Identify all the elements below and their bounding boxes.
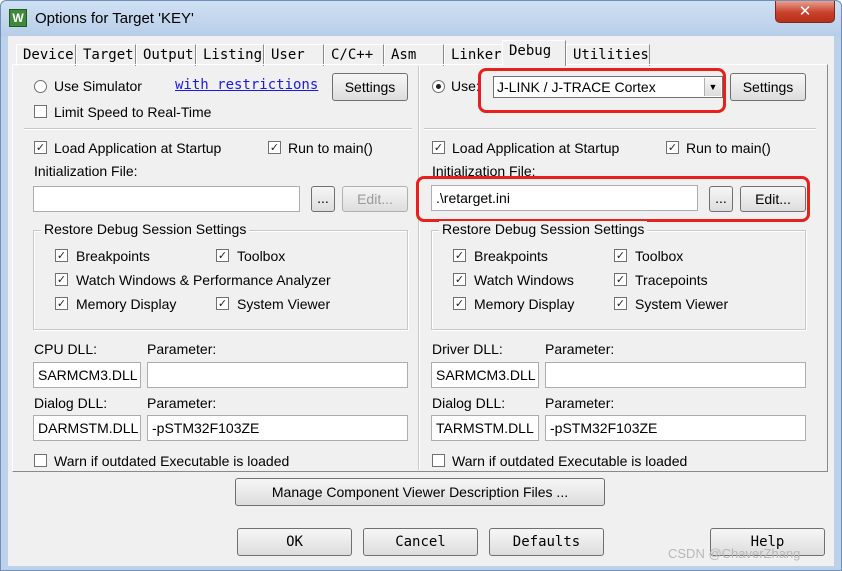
right-init-browse-button[interactable]: ... (709, 186, 733, 212)
left-memory-display-label: Memory Display (76, 296, 177, 312)
left-load-app-label: Load Application at Startup (54, 140, 222, 156)
left-parameter-label-1: Parameter: (147, 341, 217, 357)
left-restore-group-title: Restore Debug Session Settings (41, 221, 250, 237)
tab-listing[interactable]: Listing (196, 44, 264, 66)
left-watch-windows-checkbox[interactable]: ✓ (55, 273, 68, 286)
driver-dll-label: Driver DLL: (432, 341, 503, 357)
chevron-down-icon[interactable]: ▼ (704, 78, 721, 96)
right-tracepoints-label: Tracepoints (635, 272, 708, 288)
tab-target[interactable]: Target (76, 44, 136, 66)
right-dialog-dll-input[interactable]: TARMSTM.DLL (431, 415, 539, 441)
right-memory-display-label: Memory Display (474, 296, 575, 312)
left-separator (24, 128, 412, 130)
left-dialog-dll-input[interactable]: DARMSTM.DLL (33, 415, 141, 441)
right-toolbox-label: Toolbox (635, 248, 684, 264)
limit-speed-checkbox[interactable] (34, 105, 47, 118)
ok-button[interactable]: OK (237, 528, 352, 556)
tab-c-cpp[interactable]: C/C++ (324, 44, 384, 66)
left-system-viewer-checkbox[interactable]: ✓ (216, 297, 229, 310)
tab-user[interactable]: User (264, 44, 324, 66)
use-label: Use: (451, 78, 480, 94)
keil-app-icon: W (9, 9, 27, 27)
tab-output[interactable]: Output (136, 44, 196, 66)
cpu-parameter-input[interactable] (147, 362, 408, 388)
left-toolbox-checkbox[interactable]: ✓ (216, 249, 229, 262)
driver-settings-button[interactable]: Settings (730, 73, 806, 101)
left-dialog-parameter-input[interactable]: -pSTM32F103ZE (147, 415, 408, 441)
use-simulator-radio[interactable] (34, 80, 47, 93)
use-simulator-label: Use Simulator (54, 78, 142, 94)
right-init-file-input[interactable]: .\retarget.ini (431, 185, 698, 211)
tab-debug[interactable]: Debug (502, 40, 566, 66)
right-memory-display-checkbox[interactable]: ✓ (453, 297, 466, 310)
tab-asm[interactable]: Asm (384, 44, 444, 66)
left-load-app-checkbox[interactable]: ✓ (34, 141, 47, 154)
right-breakpoints-checkbox[interactable]: ✓ (453, 249, 466, 262)
left-run-to-main-label: Run to main() (288, 140, 373, 156)
right-run-to-main-label: Run to main() (686, 140, 771, 156)
right-warn-outdated-checkbox[interactable] (432, 454, 445, 467)
right-watch-windows-checkbox[interactable]: ✓ (453, 273, 466, 286)
cpu-dll-label: CPU DLL: (34, 341, 98, 357)
tab-utilities[interactable]: Utilities (566, 44, 650, 66)
debug-driver-select[interactable]: J-LINK / J-TRACE Cortex ▼ (493, 76, 723, 98)
right-dialog-dll-label: Dialog DLL: (432, 395, 506, 411)
right-load-app-checkbox[interactable]: ✓ (432, 141, 445, 154)
left-init-file-input[interactable] (33, 186, 300, 212)
left-warn-outdated-label: Warn if outdated Executable is loaded (54, 453, 290, 469)
left-memory-display-checkbox[interactable]: ✓ (55, 297, 68, 310)
with-restrictions-link[interactable]: with restrictions (175, 77, 318, 93)
center-divider (418, 66, 420, 470)
right-restore-group-title: Restore Debug Session Settings (439, 221, 648, 237)
left-init-edit-button[interactable]: Edit... (342, 186, 408, 212)
title-bar[interactable]: W Options for Target 'KEY' ✕ (1, 1, 841, 37)
left-run-to-main-checkbox[interactable]: ✓ (268, 141, 281, 154)
right-separator (424, 128, 816, 130)
left-watch-windows-label: Watch Windows & Performance Analyzer (76, 272, 331, 288)
close-button[interactable]: ✕ (775, 1, 835, 23)
driver-parameter-input[interactable] (545, 362, 806, 388)
right-load-app-label: Load Application at Startup (452, 140, 620, 156)
tab-linker[interactable]: Linker (444, 44, 504, 66)
debug-driver-selected-value: J-LINK / J-TRACE Cortex (497, 79, 656, 95)
left-breakpoints-label: Breakpoints (76, 248, 150, 264)
left-warn-outdated-checkbox[interactable] (34, 454, 47, 467)
right-dialog-parameter-input[interactable]: -pSTM32F103ZE (545, 415, 806, 441)
right-system-viewer-checkbox[interactable]: ✓ (614, 297, 627, 310)
use-driver-radio[interactable] (432, 80, 445, 93)
cpu-dll-input[interactable]: SARMCM3.DLL (33, 362, 141, 388)
driver-dll-input[interactable]: SARMCM3.DLL (431, 362, 539, 388)
manage-component-viewer-button[interactable]: Manage Component Viewer Description File… (235, 478, 605, 506)
right-watch-windows-label: Watch Windows (474, 272, 574, 288)
left-init-file-label: Initialization File: (34, 163, 138, 179)
left-breakpoints-checkbox[interactable]: ✓ (55, 249, 68, 262)
left-init-browse-button[interactable]: ... (311, 186, 335, 212)
right-warn-outdated-label: Warn if outdated Executable is loaded (452, 453, 688, 469)
right-init-file-label: Initialization File: (432, 163, 536, 179)
defaults-button[interactable]: Defaults (489, 528, 604, 556)
left-dialog-dll-label: Dialog DLL: (34, 395, 108, 411)
right-system-viewer-label: System Viewer (635, 296, 729, 312)
tab-device[interactable]: Device (16, 44, 76, 66)
right-run-to-main-checkbox[interactable]: ✓ (666, 141, 679, 154)
right-breakpoints-label: Breakpoints (474, 248, 548, 264)
simulator-settings-button[interactable]: Settings (332, 73, 408, 101)
right-tracepoints-checkbox[interactable]: ✓ (614, 273, 627, 286)
right-toolbox-checkbox[interactable]: ✓ (614, 249, 627, 262)
limit-speed-label: Limit Speed to Real-Time (54, 104, 212, 120)
window-title: Options for Target 'KEY' (35, 10, 194, 27)
cancel-button[interactable]: Cancel (363, 528, 478, 556)
left-parameter-label-2: Parameter: (147, 395, 217, 411)
left-system-viewer-label: System Viewer (237, 296, 331, 312)
csdn-watermark: CSDN @ChaverZhang (668, 546, 801, 561)
right-init-edit-button[interactable]: Edit... (740, 186, 806, 212)
left-toolbox-label: Toolbox (237, 248, 286, 264)
right-parameter-label-2: Parameter: (545, 395, 615, 411)
right-parameter-label-1: Parameter: (545, 341, 615, 357)
